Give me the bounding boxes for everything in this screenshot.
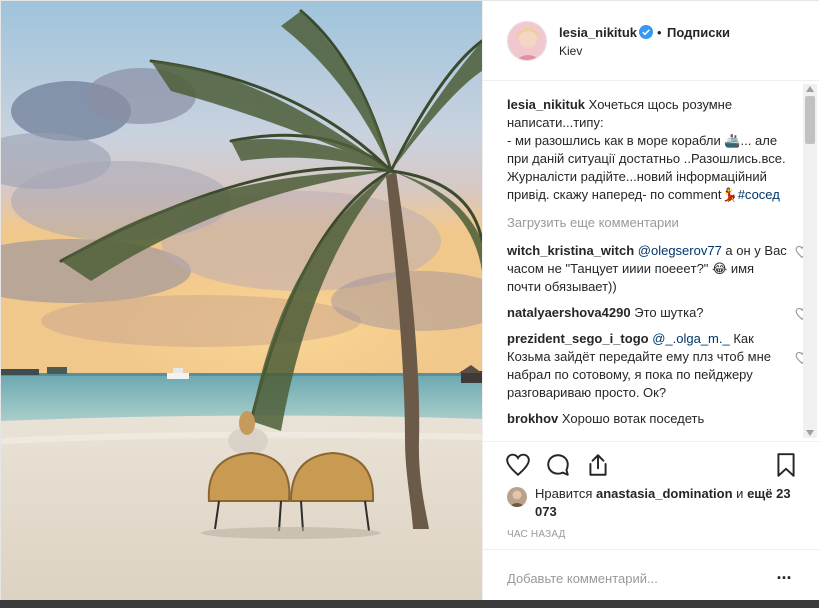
- scroll-up-arrow-icon[interactable]: [806, 86, 814, 92]
- comment-username[interactable]: natalyaershova4290: [507, 305, 631, 320]
- verified-badge-icon: [639, 25, 653, 39]
- comment-mention[interactable]: @_.olga_m._: [652, 331, 730, 346]
- background-overlay[interactable]: [0, 600, 819, 608]
- caption-hashtag[interactable]: #сосед: [738, 187, 780, 202]
- comments-scrollbar[interactable]: [803, 84, 817, 438]
- share-icon[interactable]: [585, 452, 613, 480]
- likes-summary: Нравится anastasia_domination и ещё 23 0…: [507, 485, 797, 521]
- post-location[interactable]: Kiev: [559, 44, 582, 58]
- comment-item: prezident_sego_i_togo @_.olga_m._ Как Ко…: [507, 330, 809, 402]
- post-timestamp[interactable]: ЧАС НАЗАД: [507, 529, 566, 540]
- post-modal: lesia_nikituk • Подписки Kiev lesia_niki…: [0, 0, 819, 605]
- load-more-comments-button[interactable]: Загрузить еще комментарии: [507, 214, 789, 232]
- more-options-button[interactable]: ...: [773, 564, 795, 588]
- add-comment-bar: ...: [483, 549, 819, 605]
- post-header: lesia_nikituk • Подписки Kiev: [483, 1, 819, 81]
- comments-list[interactable]: lesia_nikituk Хочеться щось розумне напи…: [483, 82, 819, 440]
- comment-item: witch_kristina_witch @olegserov77 а он у…: [507, 242, 809, 296]
- comment-text: Это шутка?: [634, 305, 704, 320]
- comment-bubble-icon[interactable]: [545, 452, 573, 480]
- save-bookmark-icon[interactable]: [773, 452, 801, 480]
- caption-username[interactable]: lesia_nikituk: [507, 97, 585, 112]
- comment-text: Хорошо вотак поседеть: [558, 411, 705, 426]
- comment-mention[interactable]: @olegserov77: [638, 243, 722, 258]
- header-separator: •: [657, 25, 662, 40]
- liker-username[interactable]: anastasia_domination: [596, 486, 733, 501]
- comment-username[interactable]: brokhov: [507, 411, 558, 426]
- scroll-down-arrow-icon[interactable]: [806, 430, 814, 436]
- liker-avatar[interactable]: [507, 487, 527, 507]
- following-button[interactable]: Подписки: [667, 25, 730, 40]
- comment-username[interactable]: prezident_sego_i_togo: [507, 331, 649, 346]
- likes-prefix: Нравится: [535, 486, 593, 501]
- likes-and: и: [736, 486, 744, 501]
- comment-item: natalyaershova4290 Это шутка?: [507, 304, 809, 322]
- like-heart-icon[interactable]: [505, 452, 533, 480]
- post-caption: lesia_nikituk Хочеться щось розумне напи…: [507, 96, 789, 204]
- comment-username[interactable]: witch_kristina_witch: [507, 243, 634, 258]
- post-actions-bar: [483, 441, 819, 489]
- author-username[interactable]: lesia_nikituk: [559, 25, 637, 40]
- comment-item: brokhov Хорошо вотак поседеть: [507, 410, 789, 428]
- author-avatar[interactable]: [507, 21, 547, 61]
- add-comment-input[interactable]: [507, 568, 757, 588]
- post-photo[interactable]: [1, 1, 482, 605]
- post-details-panel: lesia_nikituk • Подписки Kiev lesia_niki…: [482, 1, 819, 605]
- scrollbar-thumb[interactable]: [805, 96, 815, 144]
